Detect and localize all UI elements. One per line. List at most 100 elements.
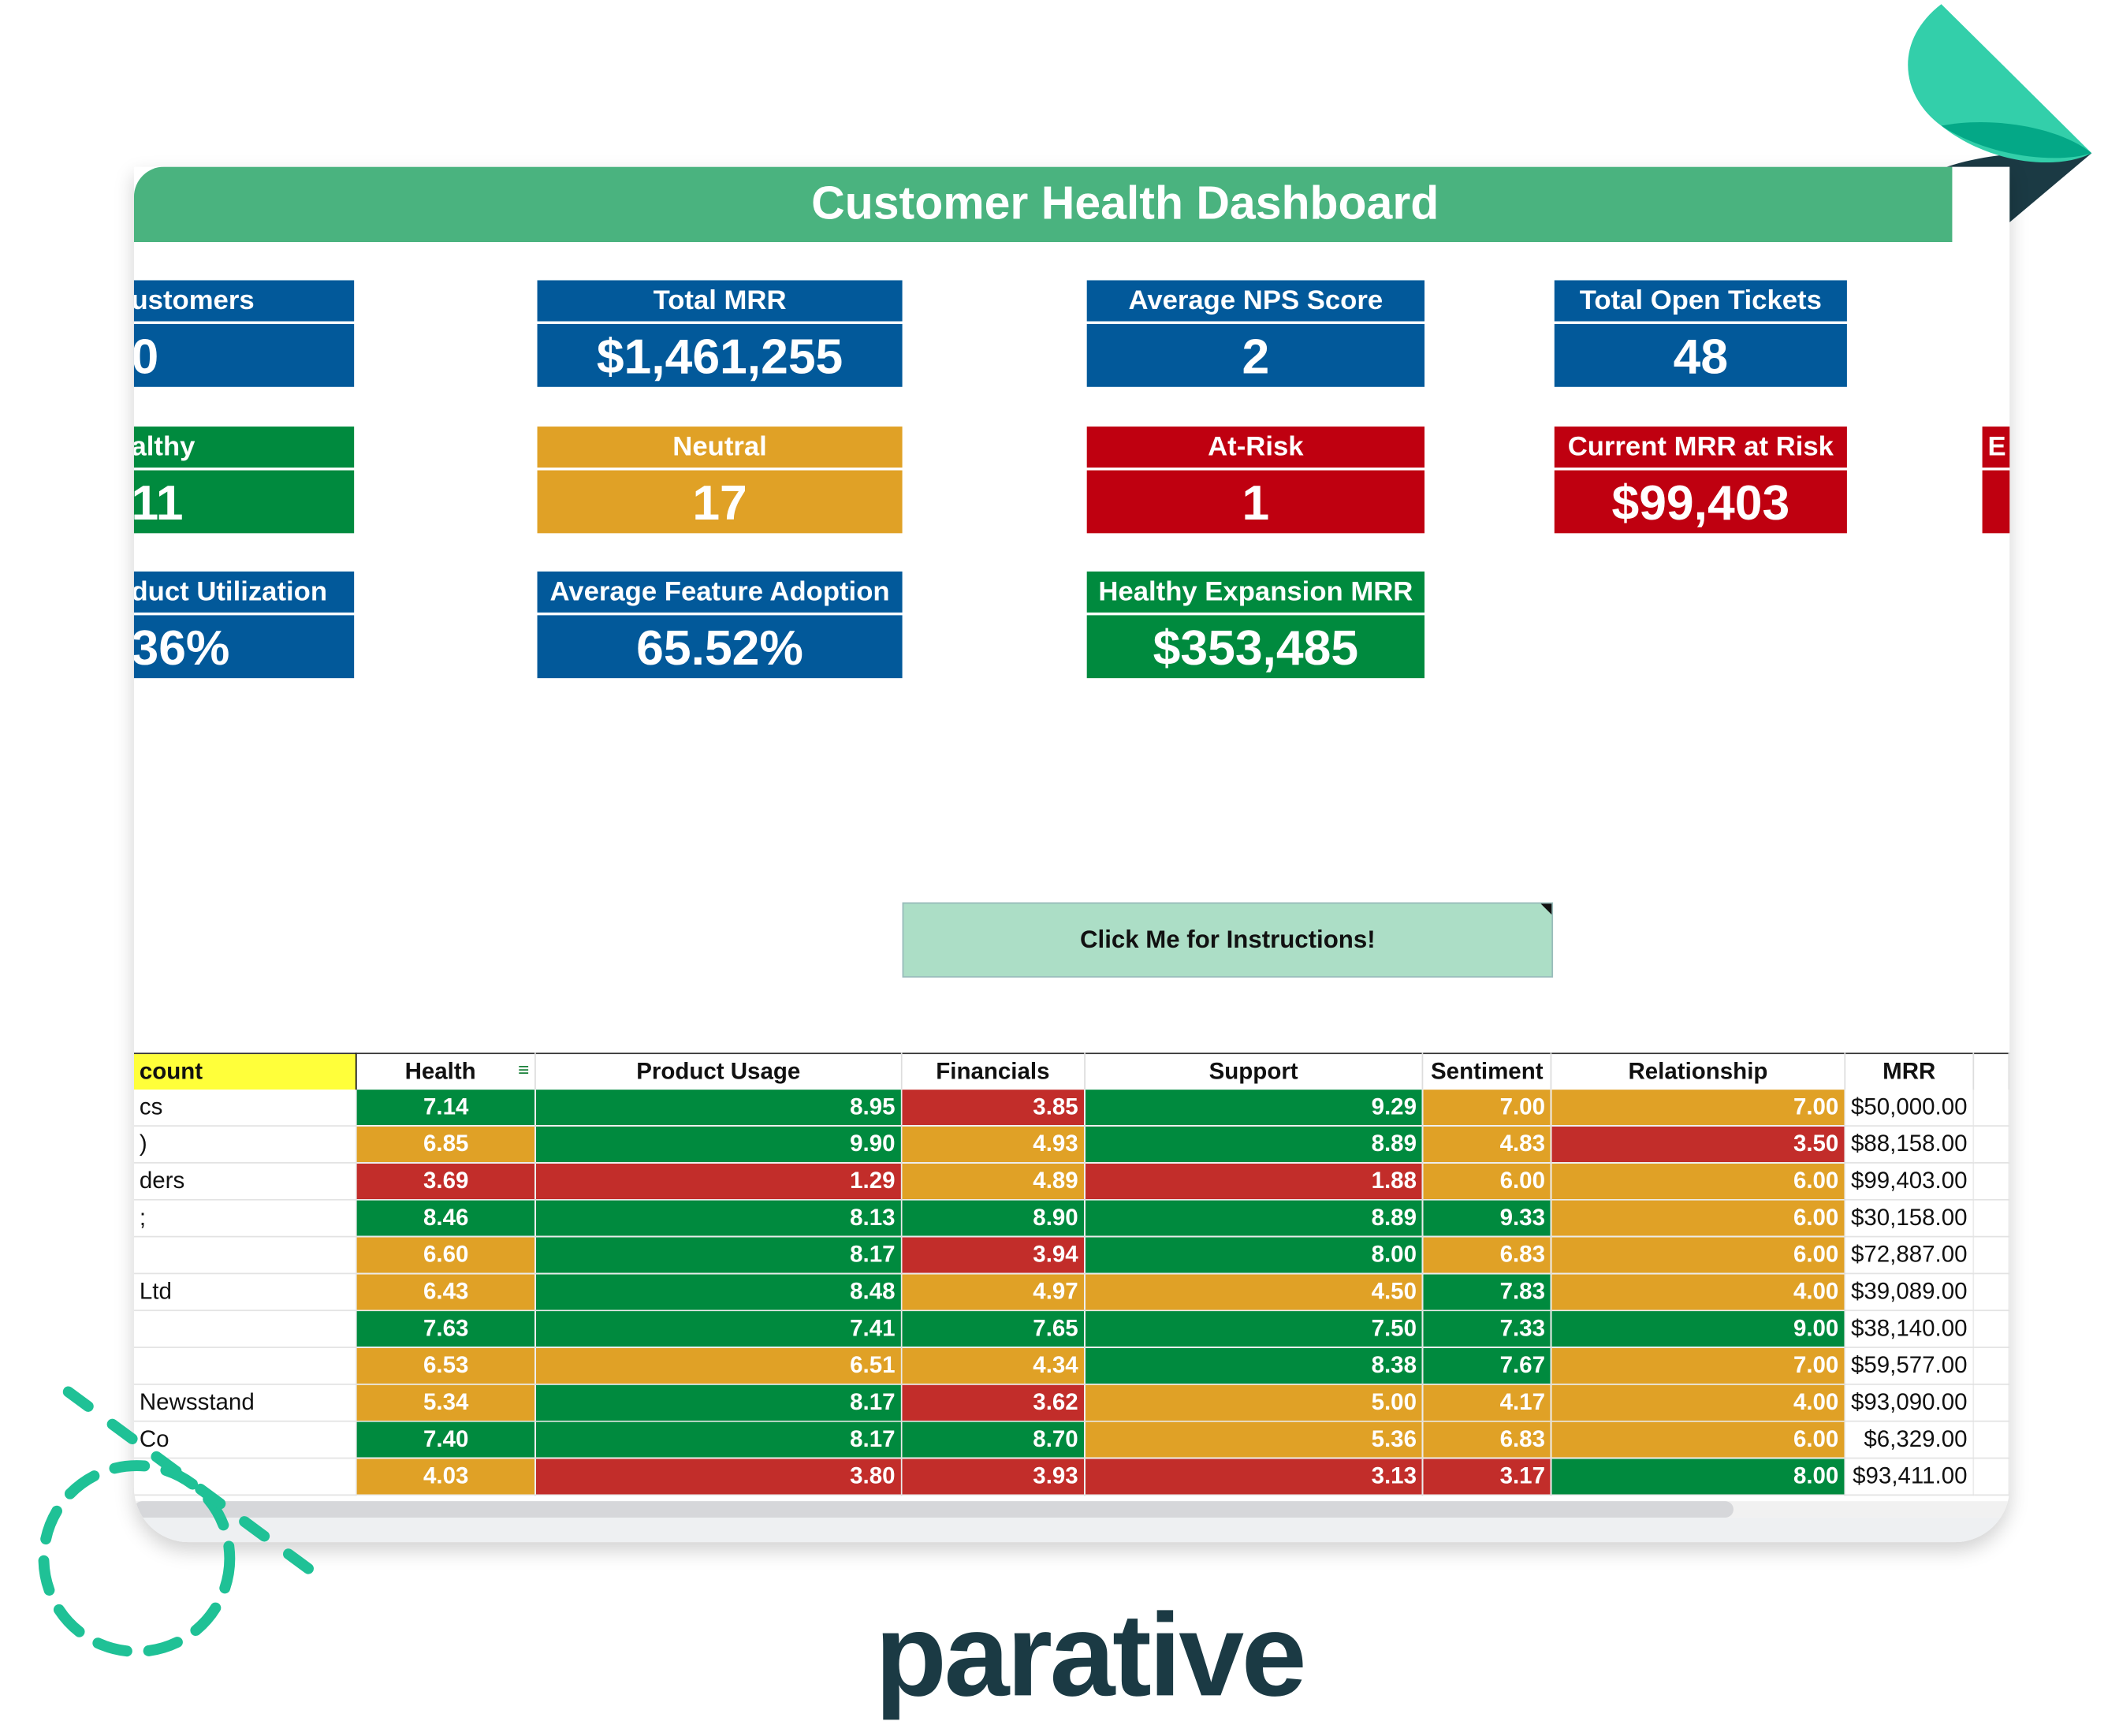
column-header[interactable]: Product Usage [535, 1052, 903, 1090]
score-cell[interactable]: 7.00 [1551, 1347, 1846, 1385]
score-cell[interactable]: 8.00 [1551, 1458, 1846, 1496]
account-cell[interactable]: ders [133, 1162, 358, 1201]
score-cell[interactable]: 3.13 [1084, 1458, 1424, 1496]
score-cell[interactable]: 5.34 [356, 1384, 537, 1422]
column-header[interactable]: Health ≡ [356, 1052, 537, 1090]
score-cell[interactable]: 6.85 [356, 1126, 537, 1164]
score-cell[interactable]: 6.43 [356, 1273, 537, 1312]
score-cell[interactable]: 3.85 [901, 1090, 1086, 1127]
score-cell[interactable]: 8.95 [535, 1090, 903, 1127]
score-cell[interactable]: 1.88 [1084, 1162, 1424, 1201]
score-cell[interactable]: 8.46 [356, 1199, 537, 1238]
score-cell[interactable]: 1.29 [535, 1162, 903, 1201]
score-cell[interactable]: 6.00 [1551, 1199, 1846, 1238]
score-cell[interactable]: 8.00 [1084, 1236, 1424, 1275]
score-cell[interactable]: 6.51 [535, 1347, 903, 1385]
empty-cell[interactable] [1973, 1126, 2010, 1164]
account-cell[interactable]: Ltd [133, 1273, 358, 1312]
score-cell[interactable]: 6.00 [1551, 1421, 1846, 1459]
mrr-cell[interactable]: $30,158.00 [1845, 1199, 1975, 1238]
score-cell[interactable]: 4.50 [1084, 1273, 1424, 1312]
account-cell[interactable]: ; [133, 1199, 358, 1238]
score-cell[interactable]: 7.41 [535, 1310, 903, 1348]
empty-cell[interactable] [1973, 1273, 2010, 1312]
mrr-cell[interactable]: $72,887.00 [1845, 1236, 1975, 1275]
account-cell[interactable]: cs [133, 1090, 358, 1127]
score-cell[interactable]: 6.00 [1422, 1162, 1552, 1201]
account-cell[interactable] [133, 1236, 358, 1275]
column-header[interactable]: count [133, 1052, 358, 1090]
column-header[interactable]: Support [1084, 1052, 1424, 1090]
score-cell[interactable]: 7.67 [1422, 1347, 1552, 1385]
score-cell[interactable]: 8.13 [535, 1199, 903, 1238]
mrr-cell[interactable]: $6,329.00 [1845, 1421, 1975, 1459]
score-cell[interactable]: 7.65 [901, 1310, 1086, 1348]
score-cell[interactable]: 9.29 [1084, 1090, 1424, 1127]
score-cell[interactable]: 8.89 [1084, 1126, 1424, 1164]
score-cell[interactable]: 5.00 [1084, 1384, 1424, 1422]
filter-icon[interactable]: ≡ [518, 1058, 529, 1080]
score-cell[interactable]: 8.48 [535, 1273, 903, 1312]
mrr-cell[interactable]: $93,090.00 [1845, 1384, 1975, 1422]
mrr-cell[interactable]: $39,089.00 [1845, 1273, 1975, 1312]
score-cell[interactable]: 3.80 [535, 1458, 903, 1496]
score-cell[interactable]: 3.69 [356, 1162, 537, 1201]
score-cell[interactable]: 9.90 [535, 1126, 903, 1164]
score-cell[interactable]: 8.17 [535, 1421, 903, 1459]
score-cell[interactable]: 7.40 [356, 1421, 537, 1459]
score-cell[interactable]: 6.53 [356, 1347, 537, 1385]
score-cell[interactable]: 7.33 [1422, 1310, 1552, 1348]
score-cell[interactable]: 4.17 [1422, 1384, 1552, 1422]
score-cell[interactable]: 4.83 [1422, 1126, 1552, 1164]
score-cell[interactable]: 4.34 [901, 1347, 1086, 1385]
empty-cell[interactable] [1973, 1236, 2010, 1275]
scrollbar-thumb[interactable] [133, 1501, 1734, 1518]
score-cell[interactable]: 4.00 [1551, 1384, 1846, 1422]
column-header[interactable]: Relationship [1551, 1052, 1846, 1090]
empty-cell[interactable] [1973, 1347, 2010, 1385]
mrr-cell[interactable]: $99,403.00 [1845, 1162, 1975, 1201]
score-cell[interactable]: 4.89 [901, 1162, 1086, 1201]
account-cell[interactable] [133, 1347, 358, 1385]
score-cell[interactable]: 4.00 [1551, 1273, 1846, 1312]
score-cell[interactable]: 6.60 [356, 1236, 537, 1275]
account-cell[interactable] [133, 1310, 358, 1348]
score-cell[interactable]: 4.93 [901, 1126, 1086, 1164]
mrr-cell[interactable]: $38,140.00 [1845, 1310, 1975, 1348]
empty-cell[interactable] [1973, 1199, 2010, 1238]
score-cell[interactable]: 3.93 [901, 1458, 1086, 1496]
score-cell[interactable]: 6.00 [1551, 1162, 1846, 1201]
score-cell[interactable]: 8.17 [535, 1236, 903, 1275]
score-cell[interactable]: 8.17 [535, 1384, 903, 1422]
horizontal-scrollbar[interactable] [133, 1501, 2010, 1518]
score-cell[interactable]: 8.70 [901, 1421, 1086, 1459]
score-cell[interactable]: 3.94 [901, 1236, 1086, 1275]
score-cell[interactable]: 7.00 [1422, 1090, 1552, 1127]
score-cell[interactable]: 3.62 [901, 1384, 1086, 1422]
score-cell[interactable]: 4.03 [356, 1458, 537, 1496]
score-cell[interactable]: 8.90 [901, 1199, 1086, 1238]
score-cell[interactable]: 4.97 [901, 1273, 1086, 1312]
score-cell[interactable]: 7.14 [356, 1090, 537, 1127]
score-cell[interactable]: 9.00 [1551, 1310, 1846, 1348]
score-cell[interactable]: 7.63 [356, 1310, 537, 1348]
score-cell[interactable]: 6.83 [1422, 1236, 1552, 1275]
score-cell[interactable]: 7.00 [1551, 1090, 1846, 1127]
score-cell[interactable]: 3.17 [1422, 1458, 1552, 1496]
empty-cell[interactable] [1973, 1421, 2010, 1459]
column-header[interactable]: Sentiment [1422, 1052, 1552, 1090]
score-cell[interactable]: 3.50 [1551, 1126, 1846, 1164]
empty-cell[interactable] [1973, 1384, 2010, 1422]
column-header[interactable]: Financials [901, 1052, 1086, 1090]
column-header[interactable]: MRR [1845, 1052, 1975, 1090]
instructions-button[interactable]: Click Me for Instructions! [902, 902, 1554, 978]
score-cell[interactable]: 6.83 [1422, 1421, 1552, 1459]
mrr-cell[interactable]: $93,411.00 [1845, 1458, 1975, 1496]
score-cell[interactable]: 5.36 [1084, 1421, 1424, 1459]
score-cell[interactable]: 8.89 [1084, 1199, 1424, 1238]
empty-cell[interactable] [1973, 1310, 2010, 1348]
mrr-cell[interactable]: $59,577.00 [1845, 1347, 1975, 1385]
mrr-cell[interactable]: $88,158.00 [1845, 1126, 1975, 1164]
empty-cell[interactable] [1973, 1090, 2010, 1127]
score-cell[interactable]: 6.00 [1551, 1236, 1846, 1275]
